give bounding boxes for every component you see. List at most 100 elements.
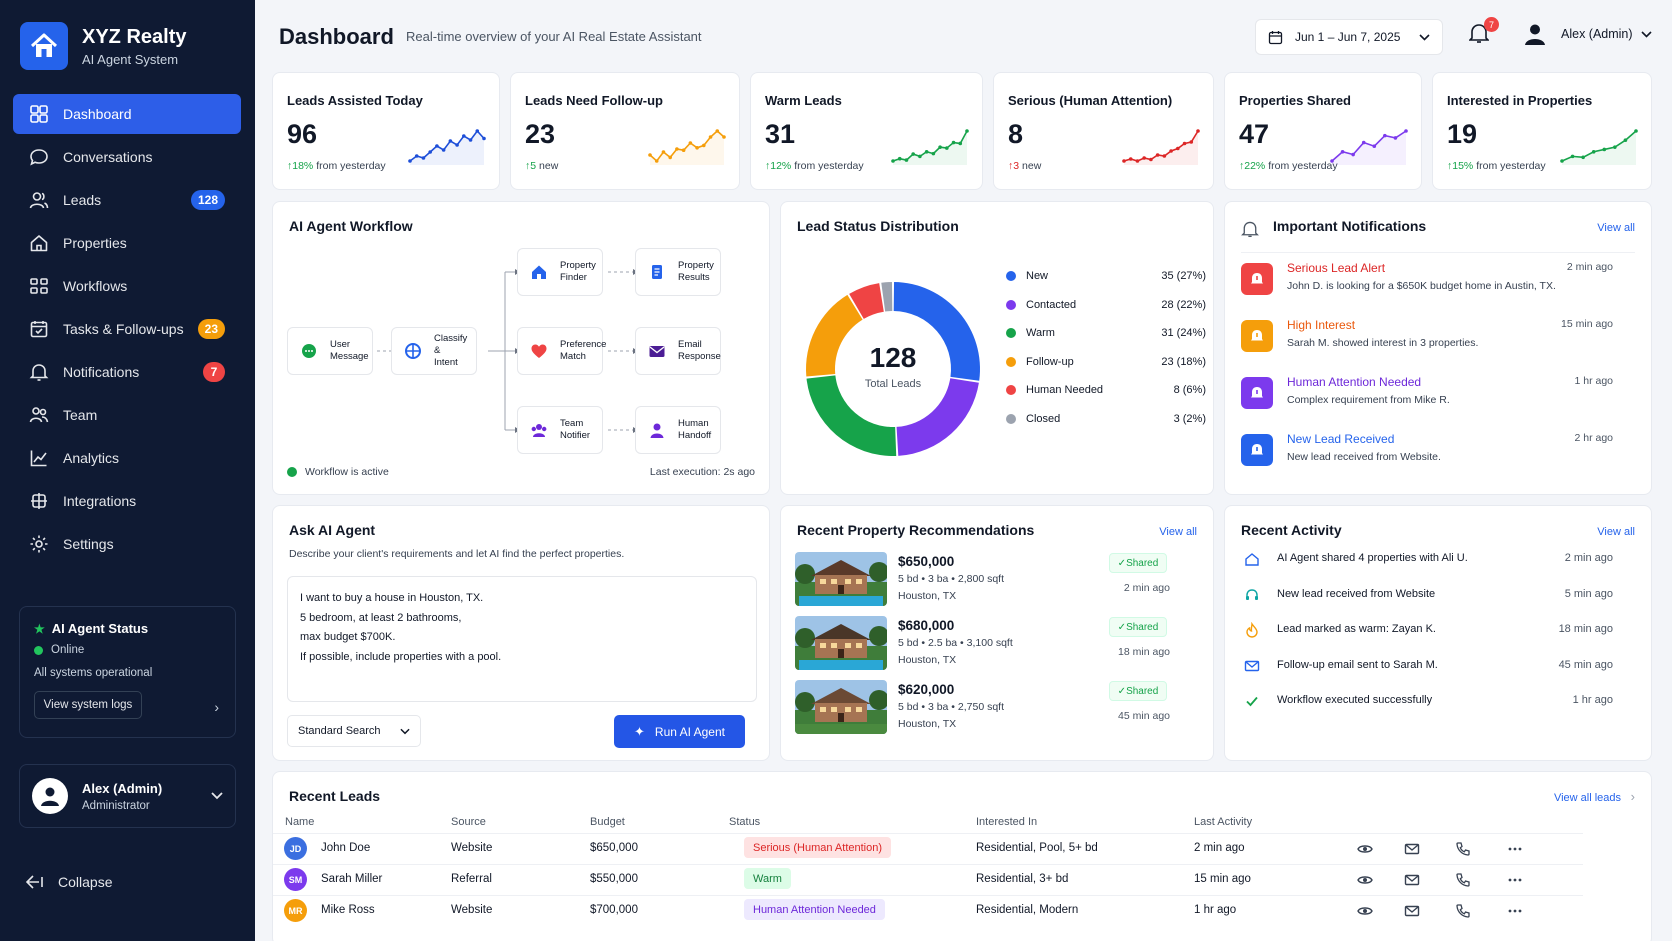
workflow-node-label: Message (330, 351, 369, 362)
alert-icon (1241, 434, 1273, 466)
stat-value: 19 (1447, 119, 1478, 149)
workflow-node[interactable]: Human Handoff (635, 406, 721, 454)
activity-item[interactable]: Lead marked as warm: Zayan K. 18 min ago (1241, 617, 1613, 641)
stat-delta: ↑15% from yesterday (1447, 160, 1546, 172)
search-mode-select[interactable]: Standard Search (287, 715, 421, 747)
activity-item[interactable]: AI Agent shared 4 properties with Ali U.… (1241, 546, 1613, 570)
stat-card[interactable]: Leads Need Follow-up 23 ↑5 new (510, 72, 740, 190)
mail-icon[interactable] (1402, 839, 1422, 859)
requirement-line: If possible, include properties with a p… (300, 650, 502, 663)
sidebar-item-tasks-follow-ups[interactable]: Tasks & Follow-ups 23 (13, 309, 241, 349)
stat-card[interactable]: Properties Shared 47 ↑22% from yesterday (1224, 72, 1422, 190)
eye-icon[interactable] (1355, 870, 1375, 890)
workflow-node[interactable]: Classify & Intent (391, 327, 477, 375)
team-icon (526, 417, 552, 443)
phone-icon[interactable] (1453, 839, 1473, 859)
workflow-card: AI Agent Workflow User Message Classify & I… (272, 201, 770, 495)
stat-delta: ↑22% from yesterday (1239, 160, 1338, 172)
sidebar-item-dashboard[interactable]: Dashboard (13, 94, 241, 134)
chevron-right-icon[interactable]: › (214, 699, 219, 715)
sidebar-item-analytics[interactable]: Analytics (13, 438, 241, 478)
property-price: $620,000 (898, 682, 955, 697)
lead-name[interactable]: John Doe (321, 842, 370, 854)
home-icon (30, 235, 48, 252)
property-photo[interactable] (795, 552, 887, 606)
mail-icon[interactable] (1402, 901, 1422, 921)
collapse-button[interactable]: Collapse (26, 874, 112, 890)
heart-icon (526, 338, 552, 364)
mail-icon[interactable] (1402, 870, 1422, 890)
user-menu[interactable]: Alex (Admin) (1523, 22, 1652, 46)
sidebar-item-team[interactable]: Team (13, 395, 241, 435)
legend-label: Human Needed (1026, 384, 1104, 396)
property-item[interactable]: $620,000 5 bd • 3 ba • 2,750 sqft Houston,… (795, 680, 1170, 740)
sidebar-item-properties[interactable]: Properties (13, 223, 241, 263)
table-row[interactable]: JD John Doe Website $650,000 Serious (Human … (273, 833, 1583, 863)
lead-name[interactable]: Sarah Miller (321, 873, 382, 885)
property-item[interactable]: $650,000 5 bd • 3 ba • 2,800 sqft Houston,… (795, 552, 1170, 612)
workflow-node[interactable]: Team Notifier (517, 406, 603, 454)
notification-item[interactable]: High Interest Sarah M. showed interest in… (1241, 316, 1613, 370)
workflow-icon (30, 278, 48, 294)
stat-card[interactable]: Leads Assisted Today 96 ↑18% from yesterda… (272, 72, 500, 190)
run-ai-agent-label: Run AI Agent (654, 724, 725, 739)
recommendations-view-all-link[interactable]: View all (1159, 526, 1197, 538)
workflow-node[interactable]: Preference Match (517, 327, 606, 375)
activity-item[interactable]: New lead received from Website 5 min ago (1241, 582, 1613, 606)
date-range-picker[interactable]: Jun 1 – Jun 7, 2025 (1255, 19, 1443, 55)
lead-source: Website (451, 842, 493, 854)
workflow-node[interactable]: Email Response (635, 327, 721, 375)
property-price: $680,000 (898, 618, 955, 633)
run-ai-agent-button[interactable]: ✦ Run AI Agent (614, 715, 745, 748)
activity-view-all-link[interactable]: View all (1597, 526, 1635, 538)
notifications-title: Important Notifications (1273, 218, 1427, 234)
notification-time: 15 min ago (1561, 318, 1613, 330)
activity-item[interactable]: Follow-up email sent to Sarah M. 45 min a… (1241, 653, 1613, 677)
more-icon[interactable] (1505, 839, 1525, 859)
table-row[interactable]: SM Sarah Miller Referral $550,000 Warm Reside… (273, 864, 1583, 894)
brand[interactable]: XYZ Realty AI Agent System (20, 22, 186, 70)
eye-icon[interactable] (1355, 901, 1375, 921)
sidebar-item-label: Workflows (63, 278, 128, 294)
sidebar-item-leads[interactable]: Leads 128 (13, 180, 241, 220)
stat-card[interactable]: Warm Leads 31 ↑12% from yesterday (750, 72, 983, 190)
workflow-node[interactable]: Property Finder (517, 248, 603, 296)
more-icon[interactable] (1505, 870, 1525, 890)
stat-card[interactable]: Interested in Properties 19 ↑15% from yest… (1432, 72, 1652, 190)
stat-card[interactable]: Serious (Human Attention) 8 ↑3 new (993, 72, 1214, 190)
collapse-label: Collapse (58, 874, 113, 890)
notification-item[interactable]: Human Attention Needed Complex requiremen… (1241, 373, 1613, 427)
sidebar-item-notifications[interactable]: Notifications 7 (13, 352, 241, 392)
sidebar-item-conversations[interactable]: Conversations (13, 137, 241, 177)
sidebar-item-integrations[interactable]: Integrations (13, 481, 241, 521)
eye-icon[interactable] (1355, 839, 1375, 859)
workflow-node[interactable]: Property Results (635, 248, 721, 296)
activity-time: 18 min ago (1558, 623, 1613, 635)
requirements-textarea[interactable]: I want to buy a house in Houston, TX. 5 … (287, 576, 757, 702)
property-photo[interactable] (795, 616, 887, 670)
sidebar-item-settings[interactable]: Settings (13, 524, 241, 564)
notifications-view-all-link[interactable]: View all (1597, 222, 1635, 234)
table-row[interactable]: MR Mike Ross Website $700,000 Human Attentio… (273, 895, 1583, 925)
more-icon[interactable] (1505, 901, 1525, 921)
property-photo[interactable] (795, 680, 887, 734)
legend-label: Contacted (1026, 298, 1077, 311)
workflow-node[interactable]: User Message (287, 327, 373, 375)
lead-name[interactable]: Mike Ross (321, 904, 375, 916)
view-all-leads-link[interactable]: View all leads (1554, 792, 1621, 804)
lead-budget: $550,000 (590, 873, 638, 885)
view-system-logs-button[interactable]: View system logs (34, 691, 142, 719)
stat-delta: ↑3 new (1008, 160, 1041, 172)
sidebar-item-workflows[interactable]: Workflows (13, 266, 241, 306)
property-item[interactable]: $680,000 5 bd • 2.5 ba • 3,100 sqft Housto… (795, 616, 1170, 676)
lead-budget: $650,000 (590, 842, 638, 854)
integrations-icon (31, 493, 47, 509)
chevron-down-icon[interactable] (211, 792, 223, 800)
phone-icon[interactable] (1453, 901, 1473, 921)
activity-item[interactable]: Workflow executed successfully 1 hr ago (1241, 688, 1613, 712)
notification-item[interactable]: New Lead Received New lead received from … (1241, 430, 1613, 484)
chevron-right-icon[interactable]: › (1631, 789, 1635, 804)
phone-icon[interactable] (1453, 870, 1473, 890)
notification-item[interactable]: Serious Lead Alert John D. is looking for… (1241, 259, 1613, 313)
sidebar-user-card[interactable]: Alex (Admin) Administrator (19, 764, 236, 828)
